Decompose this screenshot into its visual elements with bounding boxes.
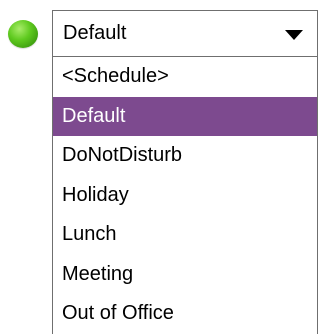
dropdown-option-default[interactable]: Default xyxy=(53,96,317,136)
dropdown-option-out-of-office[interactable]: Out of Office xyxy=(53,294,317,334)
dropdown-option-meeting[interactable]: Meeting xyxy=(53,255,317,295)
chevron-down-icon[interactable] xyxy=(285,30,303,40)
dropdown-option-schedule[interactable]: <Schedule> xyxy=(53,57,317,97)
status-selector-widget: Default <Schedule> Default DoNotDisturb … xyxy=(0,0,319,334)
dropdown-option-donotdisturb[interactable]: DoNotDisturb xyxy=(53,136,317,176)
dropdown-selected-value: Default xyxy=(63,22,127,44)
status-dropdown[interactable]: Default xyxy=(52,10,318,57)
dropdown-options-list: <Schedule> Default DoNotDisturb Holiday … xyxy=(52,57,318,334)
dropdown-option-holiday[interactable]: Holiday xyxy=(53,176,317,216)
status-indicator-icon xyxy=(8,20,38,48)
dropdown-option-lunch[interactable]: Lunch xyxy=(53,215,317,255)
